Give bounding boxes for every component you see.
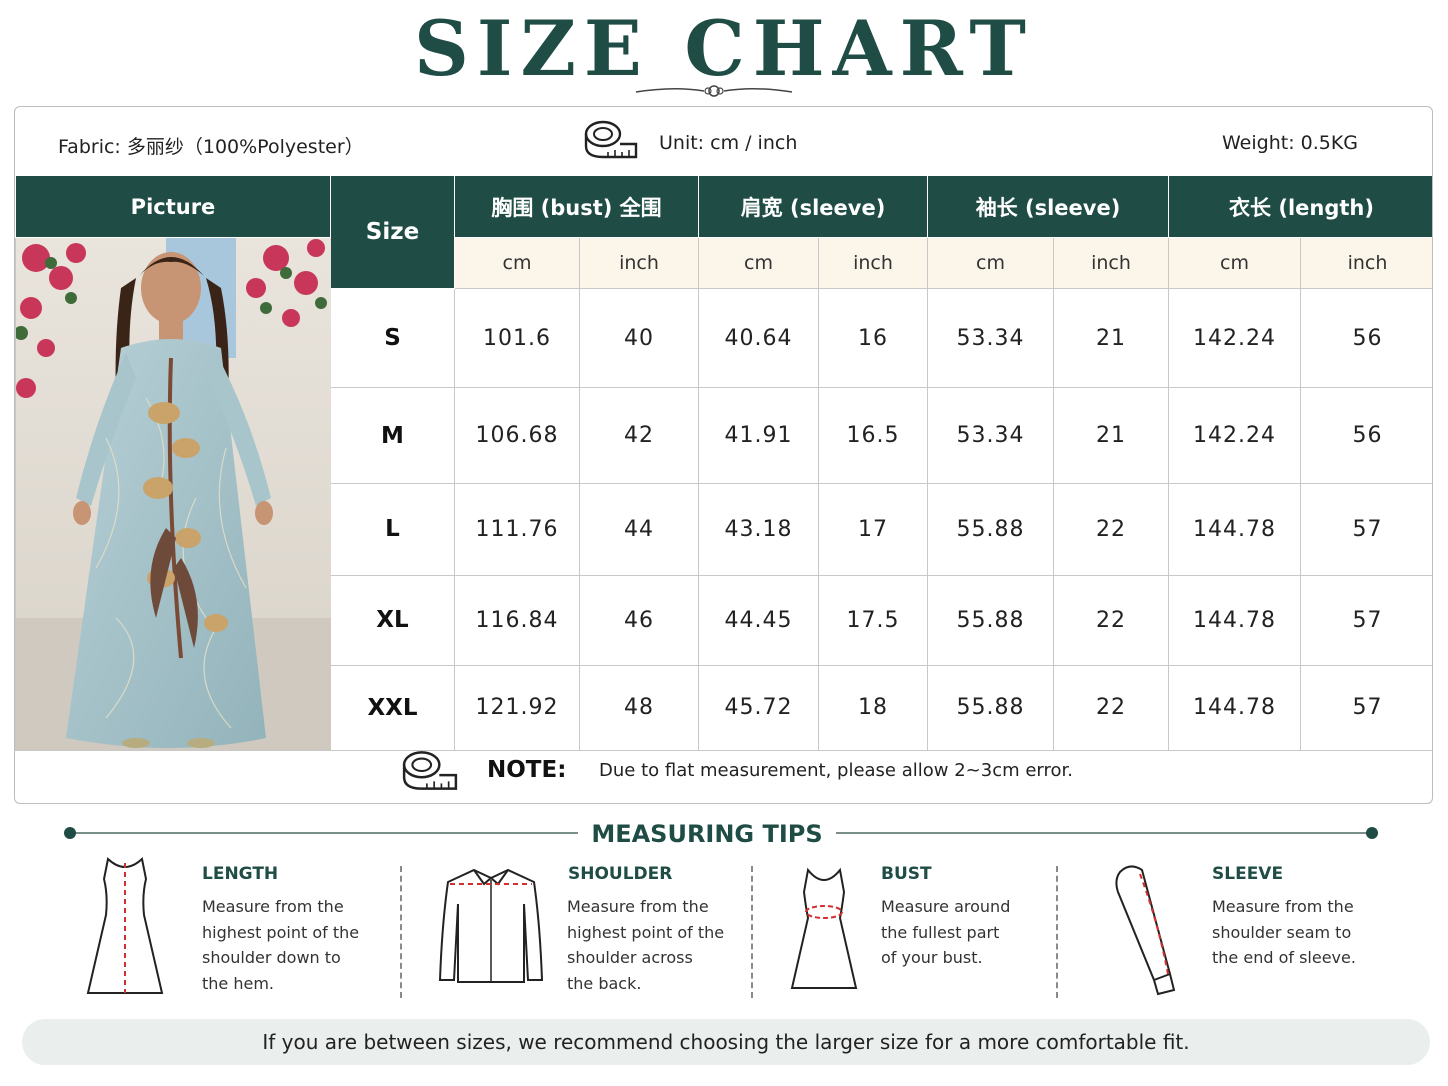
unit-info: Unit: cm / inch (659, 132, 798, 154)
table-cell: 53.34 (927, 386, 1054, 485)
tips-title: MEASURING TIPS (591, 820, 823, 848)
table-cell: 111.76 (454, 483, 580, 576)
tip-text-length: Measure from the highest point of the sh… (202, 897, 360, 993)
table-cell: 17 (818, 483, 928, 576)
tip-heading-shoulder: SHOULDER (568, 864, 673, 884)
size-chart-card: Fabric: 多丽纱（100%Polyester） Unit: cm / in… (14, 106, 1433, 804)
fabric-info: Fabric: 多丽纱（100%Polyester） (58, 136, 364, 158)
shoulder-header: 肩宽 (sleeve) (698, 175, 928, 238)
size-header: Size (330, 174, 455, 290)
table-cell: 55.88 (927, 574, 1054, 666)
table-cell: 16 (818, 288, 928, 388)
footer-recommendation: If you are between sizes, we recommend c… (22, 1019, 1430, 1065)
table-cell: 41.91 (698, 386, 819, 485)
info-row: Fabric: 多丽纱（100%Polyester） Unit: cm / in… (15, 107, 1432, 175)
tip-heading-length: LENGTH (202, 864, 279, 884)
weight-info: Weight: 0.5KG (1222, 132, 1359, 154)
table-cell: 44.45 (698, 574, 819, 666)
tip-heading-bust: BUST (881, 864, 932, 884)
table-cell: 40.64 (698, 288, 819, 388)
table-cell: 46 (579, 574, 699, 666)
unit-shoulder-inch: inch (818, 236, 928, 290)
table-cell: 144.78 (1168, 483, 1301, 576)
table-cell: 16.5 (818, 386, 928, 485)
dress-bust-icon (790, 867, 858, 989)
table-cell: 116.84 (454, 574, 580, 666)
table-cell: 144.78 (1168, 574, 1301, 666)
table-cell: 40 (579, 288, 699, 388)
length-header: 衣长 (length) (1167, 175, 1432, 238)
table-cell: 22 (1053, 483, 1169, 576)
tip-heading-sleeve: SLEEVE (1212, 864, 1284, 884)
dress-length-icon (86, 857, 164, 994)
divider-line (70, 832, 578, 834)
unit-length-inch: inch (1299, 236, 1432, 290)
tape-measure-icon (402, 751, 458, 790)
table-cell: 44 (579, 483, 699, 576)
unit-bust-inch: inch (579, 236, 699, 290)
tip-separator (751, 866, 753, 998)
table-cell: 101.6 (454, 288, 580, 388)
table-cell: 55.88 (927, 483, 1054, 576)
divider-dot (64, 827, 76, 839)
picture-header: Picture (15, 175, 331, 238)
shirt-shoulder-icon (438, 868, 544, 983)
table-cell: 56 (1299, 386, 1432, 485)
tip-text-bust: Measure around the fullest part of your … (881, 897, 1011, 967)
table-cell: 22 (1053, 574, 1169, 666)
table-cell: 142.24 (1168, 288, 1301, 388)
size-label: XL (330, 574, 455, 666)
table-cell: 53.34 (927, 288, 1054, 388)
size-label: S (330, 288, 455, 388)
divider-dot (1366, 827, 1378, 839)
unit-sleeve-cm: cm (927, 236, 1054, 290)
size-label: L (330, 483, 455, 576)
table-cell: 57 (1299, 483, 1432, 576)
product-picture (15, 237, 331, 751)
tip-text-shoulder: Measure from the highest point of the sh… (567, 897, 725, 993)
unit-bust-cm: cm (454, 236, 580, 290)
table-cell: 21 (1053, 386, 1169, 485)
table-cell: 57 (1299, 574, 1432, 666)
table-cell: 142.24 (1168, 386, 1301, 485)
sleeve-icon (1115, 865, 1176, 996)
tape-measure-icon (584, 120, 638, 159)
table-cell: 17.5 (818, 574, 928, 666)
title-ornament (635, 85, 793, 97)
sleeve-length-header: 袖长 (sleeve) (927, 175, 1169, 238)
table-cell: 106.68 (454, 386, 580, 485)
table-cell: 56 (1299, 288, 1432, 388)
size-label: M (330, 386, 455, 485)
table-cell: 42 (579, 386, 699, 485)
unit-length-cm: cm (1168, 236, 1301, 290)
unit-shoulder-cm: cm (698, 236, 819, 290)
unit-sleeve-inch: inch (1053, 236, 1169, 290)
bust-header: 胸围 (bust) 全围 (454, 175, 699, 238)
tip-text-sleeve: Measure from the shoulder seam to the en… (1212, 897, 1356, 967)
tip-separator (1056, 866, 1058, 998)
note-row: NOTE: Due to flat measurement, please al… (15, 738, 1432, 803)
table-cell: 43.18 (698, 483, 819, 576)
note-label: NOTE: (487, 757, 567, 783)
dress-photo (16, 238, 331, 750)
tip-separator (400, 866, 402, 998)
size-table: Picture Size 胸围 (bust) 全围 肩宽 (sleeve) 袖长… (15, 174, 1432, 752)
table-cell: 21 (1053, 288, 1169, 388)
divider-line (836, 832, 1372, 834)
note-text: Due to flat measurement, please allow 2~… (599, 760, 1074, 781)
